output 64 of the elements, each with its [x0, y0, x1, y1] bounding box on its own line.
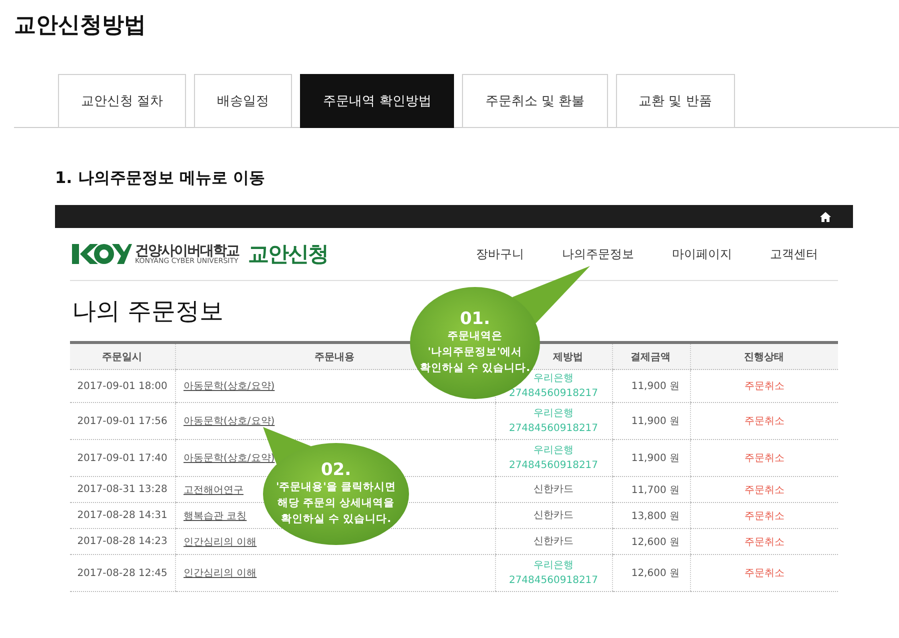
order-status: 주문취소: [744, 381, 784, 392]
order-link[interactable]: 아동문학(상호/요약): [184, 381, 275, 392]
tab[interactable]: 배송일정: [194, 74, 292, 128]
payment-method: 신한카드: [534, 509, 574, 523]
home-icon[interactable]: [820, 212, 831, 222]
payment-method: 신한카드: [534, 483, 574, 497]
callout-text: 확인하실 수 있습니다.: [420, 360, 530, 376]
amount: 11,900 원: [631, 416, 680, 427]
amount: 13,800 원: [631, 510, 680, 522]
payment-method: 우리은행 27484560918217: [508, 373, 598, 401]
callout-number: 01.: [460, 309, 490, 330]
payment-method: 우리은행 27484560918217: [508, 444, 598, 473]
payment-method: 우리은행 27484560918217: [508, 407, 598, 436]
order-link[interactable]: 인간심리의 이해: [184, 568, 257, 579]
tab[interactable]: 교환 및 반품: [616, 74, 735, 128]
order-link[interactable]: 인간심리의 이해: [184, 536, 257, 548]
payment-method: 신한카드: [534, 535, 574, 549]
nav-link[interactable]: 마이페이지: [672, 246, 732, 262]
amount: 12,600 원: [631, 568, 680, 579]
order-status: 주문취소: [744, 536, 784, 548]
callout-text: 확인하실 수 있습니다.: [280, 512, 392, 527]
callout-text: 해당 주문의 상세내역을: [277, 496, 395, 512]
tab[interactable]: 교안신청 절차: [58, 74, 186, 128]
order-date: 2017-08-28 14:23: [77, 536, 168, 547]
order-date: 2017-09-01 17:40: [77, 452, 168, 464]
order-date: 2017-09-01 17:56: [77, 416, 168, 426]
service-name: 교안신청: [248, 241, 328, 268]
order-status: 주문취소: [744, 453, 784, 464]
order-link[interactable]: 행복습관 코칭: [184, 510, 247, 522]
order-link[interactable]: 아동문학(상호/요약): [184, 416, 275, 427]
order-status: 주문취소: [744, 568, 784, 579]
step-heading: 1. 나의주문정보 메뉴로 이동: [55, 168, 266, 189]
order-date: 2017-08-31 13:28: [77, 484, 168, 495]
column-header: 제방법: [553, 352, 583, 362]
column-header: 주문내용: [314, 352, 354, 362]
order-date: 2017-08-28 12:45: [77, 568, 168, 578]
order-date: 2017-09-01 18:00: [77, 380, 168, 392]
amount: 11,900 원: [631, 381, 680, 392]
logo-icon: [72, 243, 132, 265]
amount: 11,900 원: [631, 453, 680, 464]
order-status: 주문취소: [744, 510, 784, 522]
column-header: 진행상태: [744, 352, 784, 362]
callout-text: 주문내역은: [448, 329, 502, 344]
order-status: 주문취소: [744, 484, 784, 496]
payment-method: 우리은행 27484560918217: [508, 559, 598, 588]
logo-name: 건양사이버대학교: [135, 244, 239, 258]
callout-number: 02.: [320, 460, 352, 480]
nav-link[interactable]: 장바구니: [476, 246, 524, 262]
nav-link[interactable]: 나의주문정보: [562, 246, 634, 262]
page-heading: 나의 주문정보: [72, 296, 224, 327]
tab[interactable]: 주문내역 확인방법: [300, 74, 454, 128]
order-date: 2017-08-28 14:31: [77, 510, 168, 521]
order-link[interactable]: 고전해어연구: [184, 484, 244, 496]
page-title: 교안신청방법: [14, 12, 147, 40]
nav-link[interactable]: 고객센터: [770, 246, 818, 262]
callout-text: '주문내용'을 클릭하시면: [276, 480, 396, 496]
column-header: 주문일시: [102, 352, 142, 362]
amount: 11,700 원: [631, 484, 680, 496]
order-status: 주문취소: [744, 416, 784, 427]
callout-text: '나의주문정보'에서: [428, 345, 522, 360]
column-header: 결제금액: [630, 352, 670, 362]
tab[interactable]: 주문취소 및 환불: [462, 74, 608, 128]
order-link[interactable]: 아동문학(상호/요약): [184, 453, 275, 464]
amount: 12,600 원: [631, 536, 680, 548]
